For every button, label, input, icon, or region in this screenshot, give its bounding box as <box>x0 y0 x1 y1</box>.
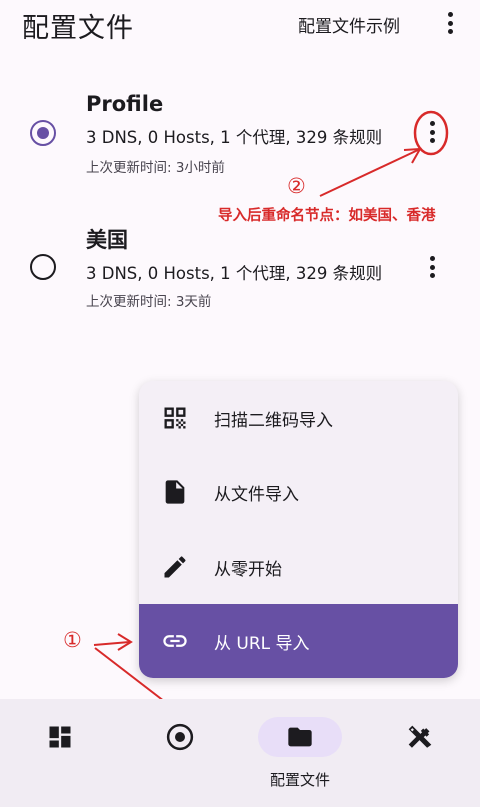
proxy-icon <box>166 723 194 751</box>
nav-proxy[interactable] <box>138 717 222 757</box>
annotation-arrow <box>319 149 419 197</box>
bottom-navigation: 配置文件 <box>0 699 480 807</box>
nav-profiles[interactable] <box>258 717 342 757</box>
nav-tools[interactable] <box>378 717 462 757</box>
nav-label-profiles: 配置文件 <box>269 771 330 789</box>
folder-icon <box>288 727 312 747</box>
annotation-overlay <box>93 110 449 755</box>
dashboard-icon <box>49 726 71 748</box>
annotation-circle <box>413 110 449 156</box>
nav-dashboard[interactable] <box>18 717 102 757</box>
tools-icon <box>408 725 432 748</box>
annotation-arrow <box>93 641 131 646</box>
